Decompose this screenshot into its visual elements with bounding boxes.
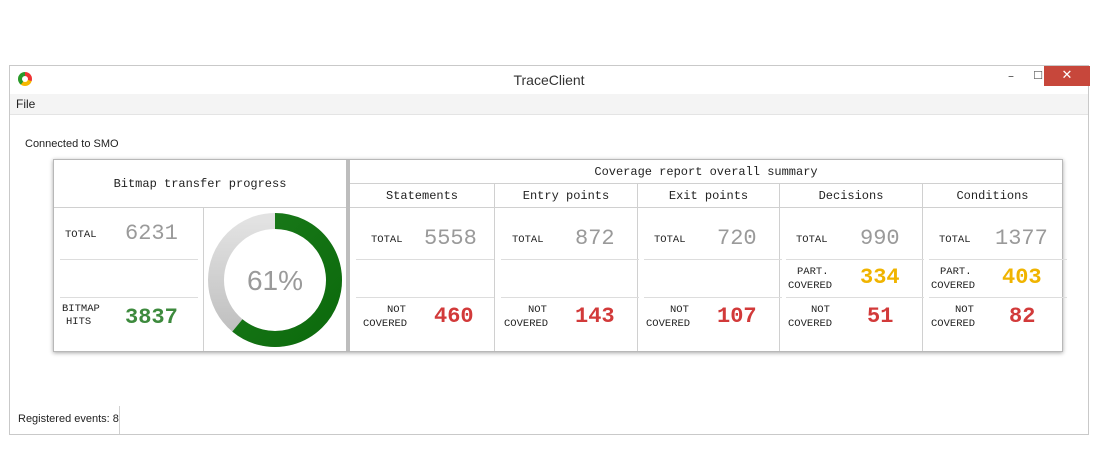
column-header: Statements — [350, 184, 494, 208]
separator — [786, 297, 924, 298]
registered-events: Registered events: 8 — [18, 413, 119, 425]
separator — [356, 259, 494, 260]
not-covered-label: NOT — [387, 304, 406, 316]
not-covered-label: NOT — [528, 304, 547, 316]
not-covered-label: NOT — [955, 304, 974, 316]
part-covered-label: PART. — [797, 266, 829, 278]
not-covered-label: COVERED — [504, 318, 549, 330]
part-covered-value: 334 — [860, 265, 900, 290]
part-covered-label: PART. — [940, 266, 972, 278]
not-covered-value: 460 — [434, 304, 474, 329]
bitmap-total-row: TOTAL 6231 — [54, 208, 203, 260]
total-value: 990 — [860, 226, 900, 251]
progress-donut-chart: 61% — [208, 213, 342, 347]
not-covered-label: COVERED — [363, 318, 408, 330]
bitmap-hits-value: 3837 — [125, 305, 178, 330]
part-covered-value: 403 — [1002, 265, 1042, 290]
bitmap-section: Bitmap transfer progress TOTAL 6231 BITM… — [54, 160, 346, 351]
total-value: 1377 — [995, 226, 1048, 251]
bitmap-hits-label: BITMAP — [62, 303, 100, 315]
not-covered-value: 51 — [867, 304, 894, 329]
separator — [60, 259, 198, 260]
not-covered-label: NOT — [811, 304, 830, 316]
column-header: Decisions — [780, 184, 922, 208]
bitmap-total-label: TOTAL — [65, 229, 97, 241]
bitmap-hits-label: HITS — [66, 316, 92, 328]
total-label: TOTAL — [512, 234, 544, 246]
coverage-column-exit-points: Exit points TOTAL 720 NOT COVERED 107 — [638, 184, 782, 351]
column-header: Exit points — [638, 184, 779, 208]
progress-percent-label: 61% — [247, 265, 303, 296]
total-label: TOTAL — [654, 234, 686, 246]
not-covered-label: COVERED — [788, 318, 833, 330]
total-label: TOTAL — [371, 234, 403, 246]
not-covered-label: COVERED — [646, 318, 691, 330]
column-header: Conditions — [923, 184, 1062, 208]
part-covered-label: COVERED — [788, 280, 833, 292]
title-bar: TraceClient – ☐ ✕ — [10, 66, 1090, 94]
separator — [644, 259, 782, 260]
separator — [644, 297, 782, 298]
total-label: TOTAL — [939, 234, 971, 246]
total-value: 720 — [717, 226, 757, 251]
column-header: Entry points — [495, 184, 637, 208]
coverage-title: Coverage report overall summary — [350, 160, 1062, 184]
not-covered-value: 82 — [1009, 304, 1036, 329]
coverage-column-entry-points: Entry points TOTAL 872 NOT COVERED 143 — [495, 184, 639, 351]
bitmap-stats: TOTAL 6231 BITMAP HITS 3837 — [54, 208, 204, 351]
total-label: TOTAL — [796, 234, 828, 246]
connection-status: Connected to SMO — [25, 138, 119, 150]
coverage-column-conditions: Conditions TOTAL 1377 PART. COVERED 403 … — [923, 184, 1067, 351]
menu-bar: File — [10, 94, 1088, 115]
not-covered-label: COVERED — [931, 318, 976, 330]
coverage-section: Coverage report overall summary Statemen… — [350, 160, 1067, 351]
close-button[interactable]: ✕ — [1044, 66, 1090, 86]
window-title: TraceClient — [513, 72, 585, 88]
not-covered-value: 107 — [717, 304, 757, 329]
total-value: 5558 — [424, 226, 477, 251]
coverage-column-statements: Statements TOTAL 5558 NOT COVERED 460 — [350, 184, 495, 351]
status-bar: Registered events: 8 — [10, 406, 120, 434]
app-window: TraceClient – ☐ ✕ File Connected to SMO … — [9, 65, 1090, 435]
summary-panel: Bitmap transfer progress TOTAL 6231 BITM… — [53, 159, 1067, 352]
bitmap-hits-row: BITMAP HITS 3837 — [54, 298, 203, 350]
part-covered-label: COVERED — [931, 280, 976, 292]
separator — [929, 297, 1067, 298]
coverage-column-decisions: Decisions TOTAL 990 PART. COVERED 334 NO… — [780, 184, 924, 351]
total-value: 872 — [575, 226, 615, 251]
not-covered-label: NOT — [670, 304, 689, 316]
separator — [786, 259, 924, 260]
minimize-button[interactable]: – — [998, 66, 1024, 86]
separator — [501, 259, 639, 260]
separator — [929, 259, 1067, 260]
separator — [501, 297, 639, 298]
menu-file[interactable]: File — [10, 94, 41, 111]
bitmap-total-value: 6231 — [125, 221, 178, 246]
separator — [356, 297, 494, 298]
not-covered-value: 143 — [575, 304, 615, 329]
progress-donut: 61% — [204, 208, 346, 351]
bitmap-title: Bitmap transfer progress — [54, 160, 346, 208]
